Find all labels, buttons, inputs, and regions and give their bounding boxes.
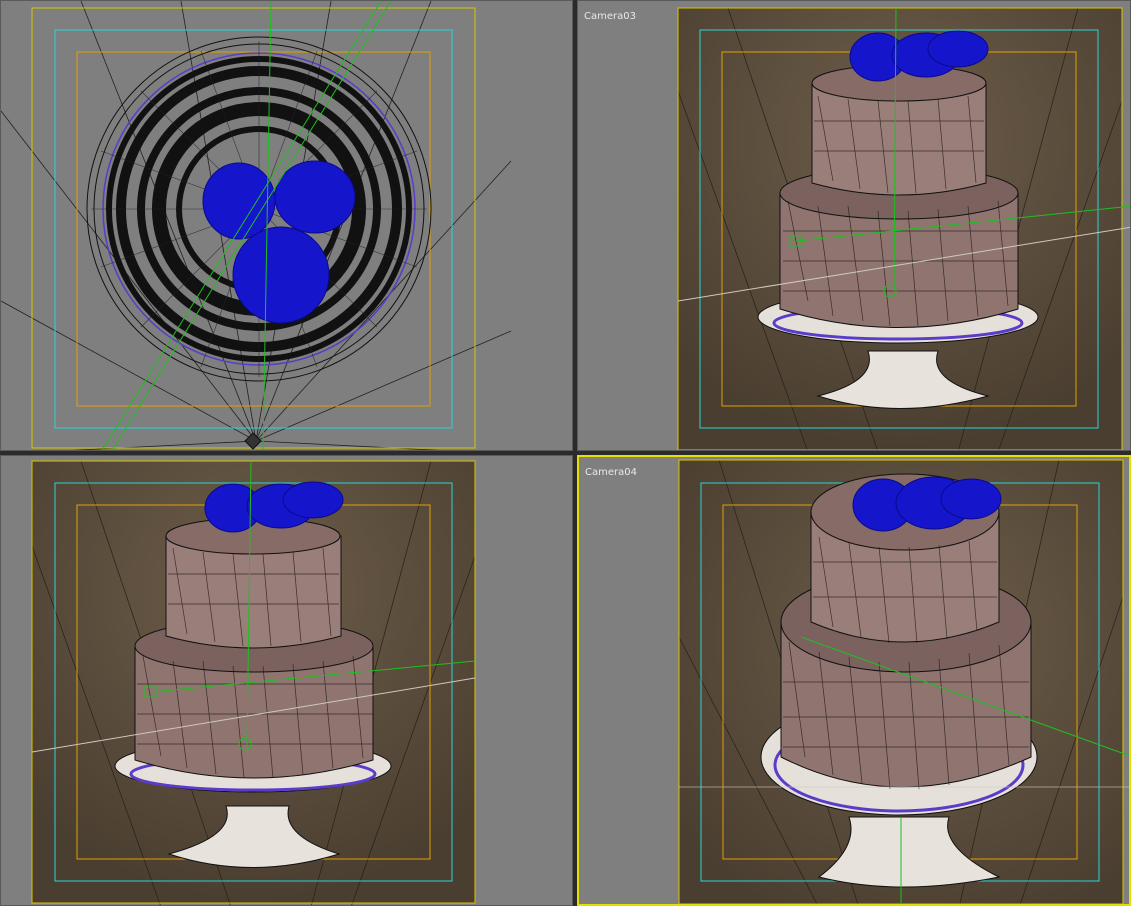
camera03-scene [677,7,1130,450]
viewport-camera03[interactable]: Camera03 [577,0,1131,451]
camera04-scene [678,459,1129,904]
viewport-label-camera04[interactable]: Camera04 [585,467,637,478]
viewport-left[interactable] [0,455,573,906]
viewport-label-camera03[interactable]: Camera03 [584,11,636,22]
viewport-top[interactable] [0,0,573,451]
top-view-scene [1,1,512,450]
viewport-camera04[interactable]: Camera04 [577,455,1131,906]
left-view-scene [31,460,476,905]
